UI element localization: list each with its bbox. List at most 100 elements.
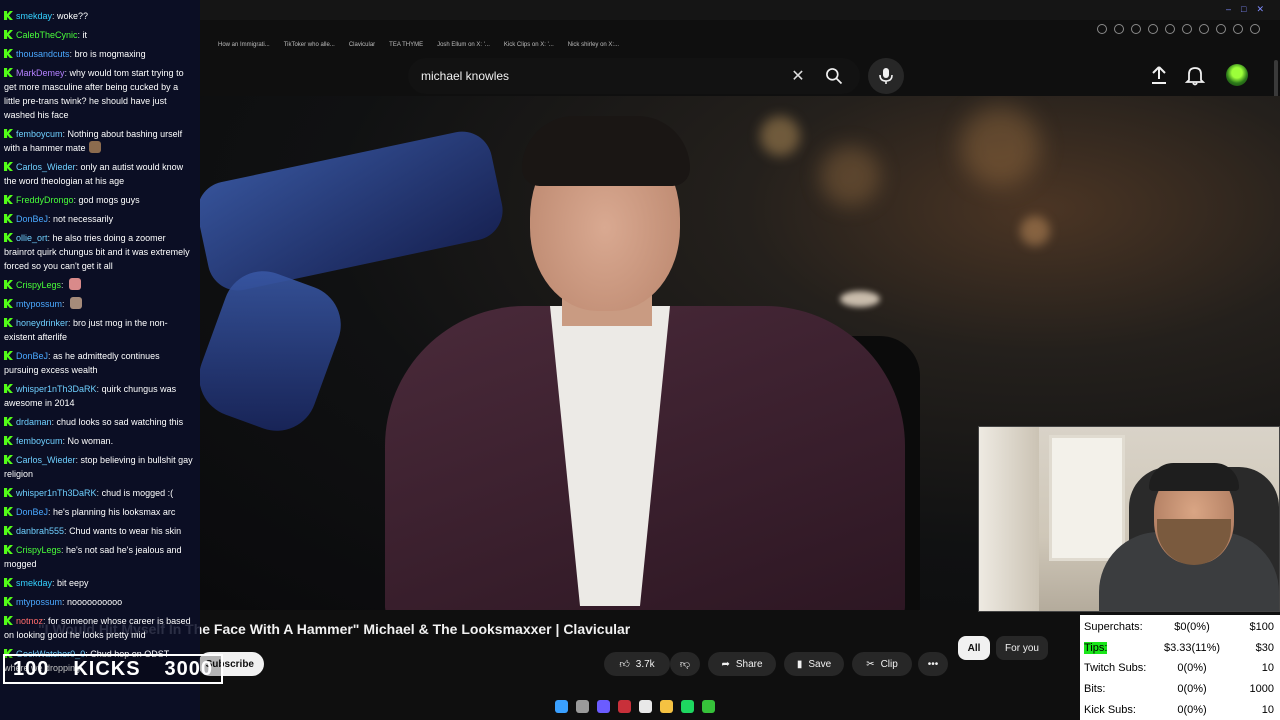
kick-badge-icon — [4, 280, 13, 289]
extension-icon[interactable] — [1165, 24, 1175, 34]
extension-icon[interactable] — [1148, 24, 1158, 34]
discord-icon[interactable] — [597, 700, 610, 713]
stats-value: $0(0%) — [1174, 621, 1210, 633]
spotify-icon[interactable] — [681, 700, 694, 713]
chat-username[interactable]: ollie_ort — [16, 233, 48, 243]
maximize-button[interactable]: □ — [1241, 4, 1246, 15]
upload-icon[interactable] — [1148, 64, 1170, 86]
chat-username[interactable]: CrispyLegs — [16, 280, 61, 290]
bookmark[interactable]: Clavicular — [349, 42, 375, 48]
search-box[interactable]: michael knowles ✕ — [408, 58, 860, 94]
chat-username[interactable]: mtypossum — [16, 597, 62, 607]
chat-username[interactable]: Carlos_Wieder — [16, 455, 76, 465]
extension-icon[interactable] — [1097, 24, 1107, 34]
save-button[interactable]: ▮ Save — [784, 652, 844, 676]
bookmark[interactable]: Nick shirley on X:... — [568, 42, 619, 48]
extension-icon[interactable] — [1114, 24, 1124, 34]
extension-icon[interactable] — [1131, 24, 1141, 34]
chat-message-list: smekday: woke?? CalebTheCynic: it thousand… — [4, 9, 196, 680]
chat-username[interactable]: CrispyLegs — [16, 545, 61, 555]
kicks-label: KICKS — [73, 657, 141, 680]
stats-value: 0(0%) — [1177, 662, 1207, 674]
extension-icon[interactable] — [1182, 24, 1192, 34]
bookmark[interactable]: TEA THYME — [389, 42, 423, 48]
kick-badge-icon — [4, 233, 13, 242]
kick-badge-icon — [4, 351, 13, 360]
stats-row: Twitch Subs: 0(0%) 10 — [1084, 660, 1276, 678]
bokeh-light — [820, 146, 880, 206]
chat-username[interactable]: mtypossum — [16, 299, 62, 309]
chat-username[interactable]: notnoz — [16, 616, 43, 626]
chat-username[interactable]: whisper1nTh3DaRK — [16, 384, 97, 394]
stats-goal: 10 — [1261, 704, 1274, 716]
app-icon[interactable] — [618, 700, 631, 713]
minimize-button[interactable]: – — [1226, 4, 1231, 15]
chat-message: thousandcuts: bro is mogmaxing — [4, 47, 196, 61]
account-avatar[interactable] — [1226, 64, 1248, 86]
dislike-button[interactable]: 👎︎ — [670, 652, 700, 676]
search-icon[interactable] — [824, 66, 844, 86]
chrome-icon[interactable] — [639, 700, 652, 713]
chat-message: DonBeJ: as he admittedly continues pursu… — [4, 349, 196, 377]
bookmark[interactable]: TikToker who alle... — [284, 42, 335, 48]
clip-button[interactable]: ✂ Clip — [852, 652, 912, 676]
bookmark[interactable]: How an Immigrati... — [218, 42, 270, 48]
chat-username[interactable]: Carlos_Wieder — [16, 162, 76, 172]
like-button[interactable]: 👍︎ 3.7k — [604, 652, 670, 676]
kick-badge-icon — [4, 195, 13, 204]
chat-text: he's planning his looksmax arc — [53, 507, 176, 517]
search-taskbar-icon[interactable] — [576, 700, 589, 713]
chat-username[interactable]: smekday — [16, 578, 52, 588]
notifications-bell-icon[interactable] — [1184, 64, 1206, 86]
chat-username[interactable]: femboycum — [16, 129, 63, 139]
extension-icon[interactable] — [1216, 24, 1226, 34]
chat-text: chud looks so sad watching this — [56, 417, 184, 427]
chat-username[interactable]: whisper1nTh3DaRK — [16, 488, 97, 498]
chat-username[interactable]: DonBeJ — [16, 351, 48, 361]
search-input[interactable]: michael knowles — [421, 69, 788, 83]
clear-search-icon[interactable]: ✕ — [788, 66, 808, 86]
kick-badge-icon — [4, 616, 13, 625]
share-icon: ➦ — [721, 658, 730, 670]
chat-username[interactable]: femboycum — [16, 436, 63, 446]
tab-for-you[interactable]: For you — [996, 636, 1048, 660]
voice-search-button[interactable] — [868, 58, 904, 94]
stats-value: 0(0%) — [1177, 704, 1207, 716]
bookmark[interactable]: Kick Clips on X: '... — [504, 42, 554, 48]
chat-message: drdaman: chud looks so sad watching this — [4, 415, 196, 429]
cap — [1149, 463, 1239, 491]
stats-value: $3.33(11%) — [1163, 642, 1221, 654]
close-window-button[interactable]: ✕ — [1256, 4, 1264, 15]
share-button[interactable]: ➦ Share — [708, 652, 776, 676]
chat-username[interactable]: MarkDemey — [16, 68, 65, 78]
chat-separator: : — [62, 299, 68, 309]
chat-username[interactable]: honeydrinker — [16, 318, 68, 328]
more-actions-button[interactable]: ••• — [918, 652, 948, 676]
chat-username[interactable]: drdaman — [16, 417, 52, 427]
chat-text: god mogs guys — [78, 195, 140, 205]
stats-label: Superchats: — [1084, 621, 1143, 633]
chat-username[interactable]: FreddyDrongo — [16, 195, 74, 205]
chat-text: woke?? — [57, 11, 89, 21]
extension-icon[interactable] — [1199, 24, 1209, 34]
chat-username[interactable]: DonBeJ — [16, 214, 48, 224]
extension-icon[interactable] — [1250, 24, 1260, 34]
bokeh-light — [960, 106, 1040, 186]
stats-goal: $30 — [1255, 642, 1274, 654]
chat-username[interactable]: DonBeJ — [16, 507, 48, 517]
tab-all[interactable]: All — [958, 636, 990, 660]
xbox-icon[interactable] — [702, 700, 715, 713]
thumbs-up-icon: 👍︎ — [619, 659, 630, 670]
kick-badge-icon — [4, 545, 13, 554]
chat-username[interactable]: thousandcuts — [16, 49, 70, 59]
chat-message: femboycum: No woman. — [4, 434, 196, 448]
bookmark[interactable]: Josh Ellum on X: '... — [437, 42, 490, 48]
chat-username[interactable]: smekday — [16, 11, 52, 21]
chat-message: FreddyDrongo: god mogs guys — [4, 193, 196, 207]
windows-start-icon[interactable] — [555, 700, 568, 713]
chat-username[interactable]: CalebTheCynic — [16, 30, 78, 40]
folder-icon[interactable] — [660, 700, 673, 713]
kick-badge-icon — [4, 507, 13, 516]
chat-username[interactable]: danbrah555 — [16, 526, 64, 536]
extension-icon[interactable] — [1233, 24, 1243, 34]
